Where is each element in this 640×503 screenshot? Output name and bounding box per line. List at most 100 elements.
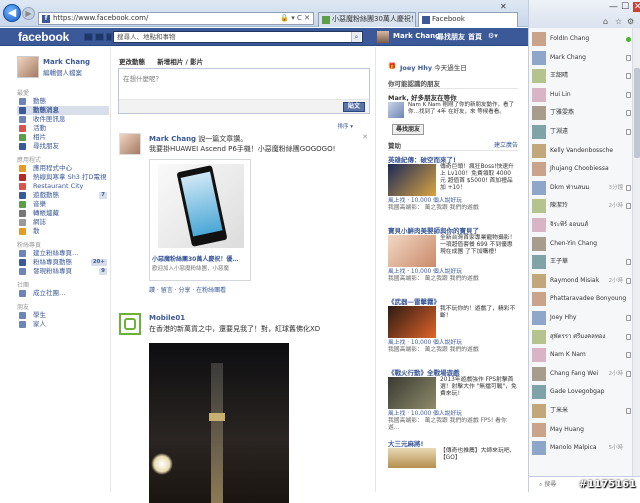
close-window-icon[interactable]: ✕ — [633, 2, 640, 12]
birthday-reminder[interactable]: 🎁 Joey Hhy 今天過生日 — [388, 62, 518, 78]
link-title[interactable]: 小惡魔粉絲團30萬人慶祝！優… — [152, 254, 250, 263]
ad-like[interactable]: 風上找 · 10,000 個人說好玩 — [388, 198, 462, 204]
ad-title[interactable]: 《戰火行動》全戰場遊戲 — [388, 367, 518, 376]
chat-contact[interactable]: Dkm ฟ่านสนม 3分鐘 — [529, 179, 633, 197]
chat-contact[interactable]: Nam K Nam — [529, 346, 633, 364]
add-photo-tab[interactable]: 新增相片 / 影片 — [157, 58, 203, 66]
ad-title[interactable]: 寶貝小鮮肉美嬰師與你的寶貝了 — [388, 225, 518, 234]
chat-contact[interactable]: จิระพีร์ ออนนส์ — [529, 216, 633, 234]
nav-item[interactable]: 散 — [17, 227, 109, 236]
profile-name[interactable]: Mark Chang — [43, 58, 90, 66]
close-tab-icon[interactable]: ✕ — [500, 2, 507, 11]
post-button[interactable]: 貼文 — [343, 102, 365, 112]
chat-contact[interactable]: Kelly Vandenbossche — [529, 142, 633, 160]
nav-item[interactable]: 尋找朋友 — [17, 142, 109, 151]
nav-item[interactable]: 收件匣訊息 — [17, 115, 109, 124]
maximize-icon[interactable]: ☐ — [621, 2, 629, 12]
tab-facebook[interactable]: Facebook — [418, 12, 518, 27]
edit-profile-link[interactable]: 編輯個人檔案 — [43, 67, 82, 77]
story-author[interactable]: Mobile01 — [149, 314, 185, 322]
link-preview[interactable]: 小惡魔粉絲團30萬人慶祝！優… 歡迎加入小惡魔粉絲團，小惡魔 — [149, 159, 251, 281]
ad-item[interactable]: 《武器—雷擊霧》 我不玩你的！遊戲了，精彩不斷！ 風上找 · 10,000 個人說好… — [388, 296, 518, 364]
search-input[interactable]: 搜尋人、地點和事物 ⌕ — [113, 31, 363, 43]
nav-item[interactable]: 發現粉絲專頁 9 — [17, 267, 109, 276]
ad-title[interactable]: 英雄紀傳：破空而來了! — [388, 154, 518, 163]
night-city-photo[interactable] — [149, 343, 289, 503]
suggest-avatar[interactable] — [388, 102, 404, 118]
ad-item[interactable]: 英雄紀傳：破空而來了! 傳奇巨頭！瘋狂Boss!快速升上 Lv100！免費領取 4… — [388, 154, 518, 222]
chat-contact[interactable]: Chang Fang Wei 2小時 — [529, 365, 633, 383]
ad-item[interactable]: 大三元麻將! 【傳奇也推薦】大師來玩吧,【GO】 — [388, 438, 518, 468]
nav-item[interactable]: 轉帳爐藏 — [17, 209, 109, 218]
birthday-name[interactable]: Joey Hhy — [400, 64, 432, 72]
chat-contact[interactable]: 丁米米 — [529, 402, 633, 420]
nav-item[interactable]: 相片 — [17, 133, 109, 142]
ad-image[interactable] — [388, 235, 436, 267]
chat-contact[interactable]: FoldIn Chang — [529, 30, 633, 48]
favorites-star-icon[interactable]: ☆ — [615, 17, 622, 26]
search-icon[interactable]: ⌕ — [351, 32, 361, 42]
nav-item[interactable]: 遊戲動態 7 — [17, 191, 109, 200]
home-link[interactable]: 首頁 — [468, 32, 482, 42]
chat-contact[interactable]: 陳潔玲 2小時 — [529, 197, 633, 215]
ad-like[interactable]: 風上找 · 10,000 個人說好玩 — [388, 340, 462, 346]
chat-contact[interactable]: Manolo Malpica 5小時 — [529, 439, 633, 457]
ad-title[interactable]: 大三元麻將! — [388, 438, 518, 448]
user-avatar[interactable] — [377, 31, 389, 43]
home-icon[interactable]: ⌂ — [603, 17, 608, 26]
story-author[interactable]: Mark Chang — [149, 135, 196, 143]
nav-item[interactable]: 動態 — [17, 97, 109, 106]
profile-link[interactable]: Mark Chang — [393, 32, 440, 40]
chat-contact[interactable]: Chen-Yin Chang — [529, 235, 633, 253]
story-author-picture[interactable] — [119, 133, 141, 155]
nav-item[interactable]: 活動 — [17, 124, 109, 133]
tab-other[interactable]: 小惡魔粉絲團30萬人慶祝！優... — [318, 12, 416, 27]
friend-requests-icon[interactable] — [84, 33, 93, 41]
chat-contact[interactable]: Jhujang Choobiessa — [529, 160, 633, 178]
chat-contact[interactable]: 王子華 — [529, 253, 633, 271]
address-bar[interactable]: f https://www.facebook.com/ 🔒 ▾ C ✕ — [38, 12, 314, 25]
scrollbar-thumb[interactable] — [634, 68, 640, 158]
messages-icon[interactable] — [95, 33, 104, 41]
chat-contact[interactable]: Phattaravadee Bonyoung — [529, 290, 633, 308]
chat-contact[interactable]: May Huang — [529, 421, 633, 439]
chat-scrollbar[interactable] — [632, 28, 640, 476]
chat-contact[interactable]: 丁淵遠 — [529, 123, 633, 141]
address-controls-icon[interactable]: 🔒 ▾ C ✕ — [280, 13, 310, 24]
tools-gear-icon[interactable]: ⚙ — [627, 17, 634, 26]
ad-item[interactable]: 《戰火行動》全戰場遊戲 2013年遊戲強作 FPS射擊首選！射擊大作 "無擋可戰"… — [388, 367, 518, 435]
ad-like[interactable]: 風上找 · 10,000 個人說好玩 — [388, 269, 462, 275]
nav-item[interactable]: 家人 — [17, 320, 109, 329]
status-composer[interactable]: 在想什麼呢？ 貼文 — [118, 68, 370, 114]
story-actions[interactable]: 讚 · 留言 · 分享 · 在粉絲團看 — [149, 285, 226, 294]
forward-button[interactable]: ▶ — [22, 7, 35, 20]
notifications-icon[interactable] — [106, 33, 112, 41]
chat-contact[interactable]: Joey Hhy — [529, 309, 633, 327]
find-friends-link[interactable]: 尋找朋友 — [437, 32, 465, 42]
nav-item[interactable]: 音樂 — [17, 200, 109, 209]
chat-contact[interactable]: สุพัตรรา ศรีมงคลทอง — [529, 328, 633, 346]
nav-item[interactable]: 粉絲專頁動態 20+ — [17, 258, 109, 267]
nav-item[interactable]: 網誌 — [17, 218, 109, 227]
create-ad-link[interactable]: 建立廣告 — [494, 140, 518, 149]
profile-picture[interactable] — [17, 56, 39, 78]
chat-contact[interactable]: Hui Lin — [529, 86, 633, 104]
nav-item[interactable]: 應用程式中心 — [17, 164, 109, 173]
minimize-icon[interactable]: — — [609, 2, 618, 12]
back-button[interactable]: ◀ — [3, 4, 21, 22]
chat-contact[interactable]: 丁雅雯燕 — [529, 104, 633, 122]
nav-item[interactable]: 學生 — [17, 311, 109, 320]
ad-title[interactable]: 《武器—雷擊霧》 — [388, 296, 518, 305]
ad-image[interactable] — [388, 306, 436, 338]
nav-item[interactable]: 成立社團… — [17, 289, 109, 298]
account-settings-icon[interactable]: ⚙▾ — [488, 32, 498, 40]
facebook-logo[interactable]: facebook — [18, 30, 69, 44]
sort-dropdown[interactable]: 排序 ▾ — [337, 122, 353, 130]
nav-item[interactable]: 熱線與寒拿 Sh3 打D電視 — [17, 173, 109, 182]
ad-image[interactable] — [388, 164, 436, 196]
update-status-tab[interactable]: 更改動態 — [119, 58, 145, 66]
ad-item[interactable]: 寶貝小鮮肉美嬰師與你的寶貝了 全新台灣首家專業寵物攝影！一項超值套餐 699 不到… — [388, 225, 518, 293]
chat-contact[interactable]: Raymond Misiak 2小時 — [529, 272, 633, 290]
hide-story-icon[interactable]: ✕ — [362, 133, 368, 141]
story-author-picture[interactable] — [119, 313, 141, 335]
